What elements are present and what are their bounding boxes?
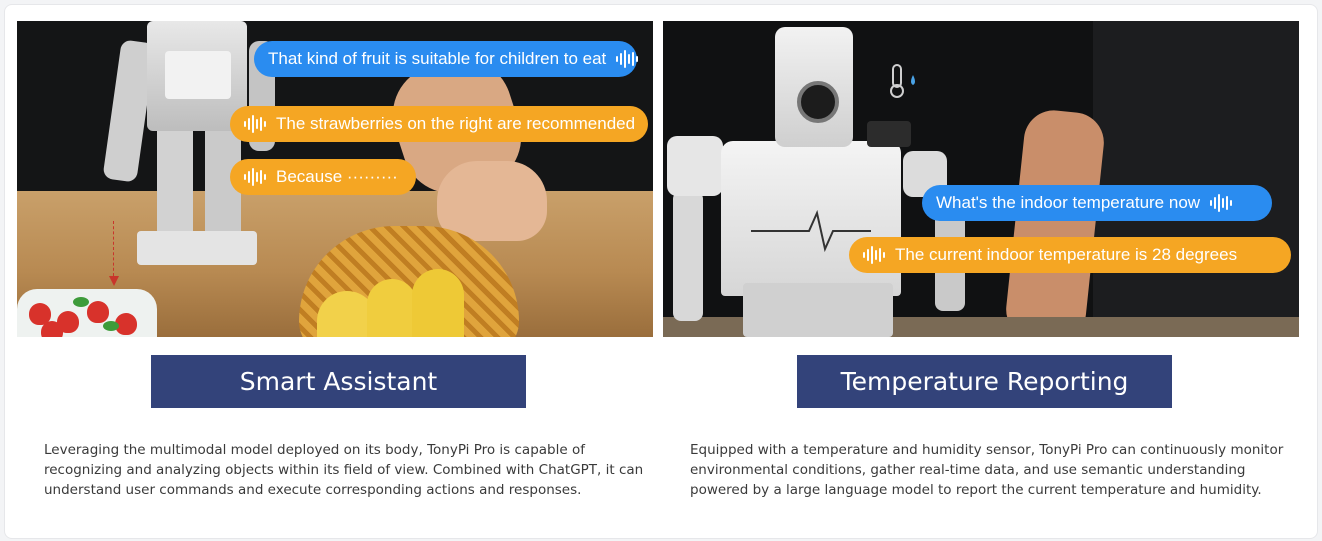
voice-wave-icon xyxy=(1210,194,1233,212)
bubble-text: Because ········· xyxy=(276,167,398,186)
voice-wave-icon xyxy=(863,246,885,264)
voice-wave-icon xyxy=(616,50,639,68)
chat-bubble-robot: The current indoor temperature is 28 deg… xyxy=(849,237,1291,273)
chat-bubble-user: That kind of fruit is suitable for child… xyxy=(254,41,639,77)
smart-assistant-description: Leveraging the multimodal model deployed… xyxy=(44,442,644,498)
temperature-sensor xyxy=(867,121,911,147)
voice-wave-icon xyxy=(244,115,266,133)
smart-assistant-image: That kind of fruit is suitable for child… xyxy=(17,21,653,337)
thermometer-icon xyxy=(890,64,915,98)
arrow-down-icon xyxy=(109,276,119,286)
voice-wave-icon xyxy=(244,168,266,186)
robot-temperature-scene xyxy=(663,21,1299,337)
bubble-text: What's the indoor temperature now xyxy=(936,193,1201,212)
temperature-reporting-title: Temperature Reporting xyxy=(797,355,1172,408)
chat-bubble-robot: Because ········· xyxy=(230,159,416,195)
bubble-text: The current indoor temperature is 28 deg… xyxy=(895,245,1238,264)
person xyxy=(1093,21,1299,337)
chat-bubble-user: What's the indoor temperature now xyxy=(922,185,1272,221)
bubble-text: The strawberries on the right are recomm… xyxy=(276,114,636,133)
smart-assistant-title: Smart Assistant xyxy=(151,355,526,408)
bananas xyxy=(412,269,464,337)
temperature-reporting-description: Equipped with a temperature and humidity… xyxy=(690,442,1284,498)
bubble-text: That kind of fruit is suitable for child… xyxy=(268,49,607,68)
hand xyxy=(437,161,547,241)
robot-camera xyxy=(797,81,839,123)
temperature-reporting-image: What's the indoor temperature now The cu… xyxy=(663,21,1299,337)
chat-bubble-robot: The strawberries on the right are recomm… xyxy=(230,106,648,142)
